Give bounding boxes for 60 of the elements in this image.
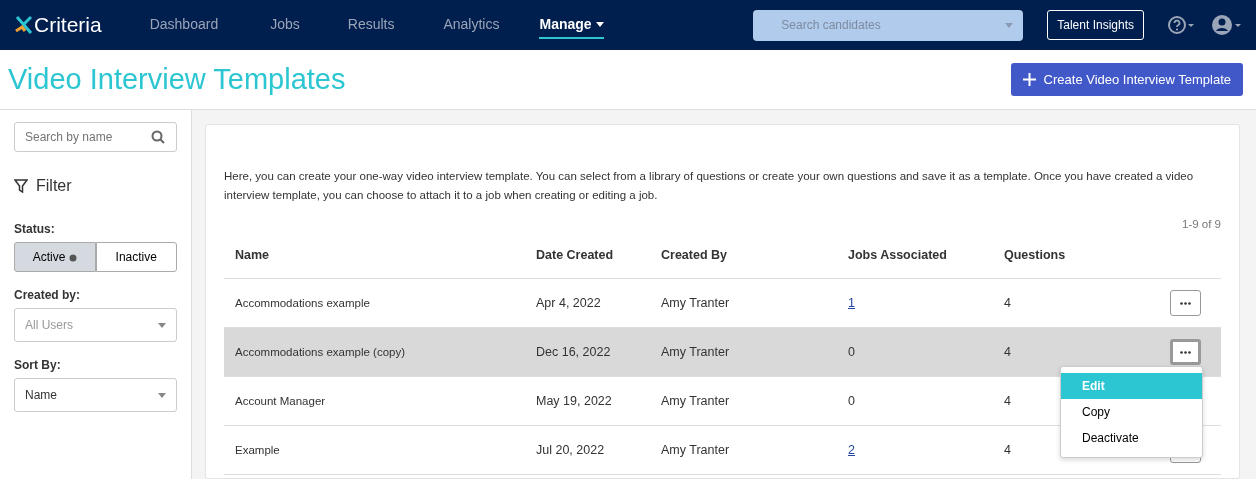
table-cell: Accommodations example (235, 296, 370, 309)
talent-insights-button[interactable]: Talent Insights (1047, 10, 1144, 40)
nav-link[interactable]: Analytics (443, 11, 500, 39)
table-cell: Amy Tranter (661, 442, 730, 457)
help-icon[interactable] (1168, 15, 1196, 35)
caret-icon[interactable] (595, 22, 604, 28)
nav-link[interactable]: Manage (539, 11, 604, 39)
table-cell: Dec 16, 2022 (536, 344, 611, 359)
table-cell: 0 (848, 393, 855, 408)
table-cell: 0 (848, 344, 855, 359)
more-button[interactable] (1170, 290, 1201, 317)
search-field[interactable]: Search candidates (753, 9, 1024, 41)
nav-link[interactable]: Results (347, 11, 395, 39)
ellipsis-icon (1180, 350, 1191, 354)
column-header: Jobs Associated (848, 248, 947, 263)
table-cell: Account Manager (235, 394, 326, 407)
column-header: Name (235, 248, 270, 263)
create-template-button[interactable]: Create Video Interview Template (1010, 62, 1243, 97)
page-title: Video Interview Templates (8, 62, 346, 97)
logo[interactable]: Criteria (34, 9, 102, 41)
column-header: Created By (661, 248, 727, 263)
table-cell: May 19, 2022 (536, 393, 612, 408)
ellipsis-icon (1180, 301, 1191, 305)
field-label: Created by: (14, 287, 82, 304)
count-link[interactable]: 1 (848, 295, 855, 310)
logo-icon (14, 14, 34, 36)
user-icon[interactable] (1212, 14, 1242, 36)
table-cell: 4 (1004, 442, 1011, 457)
intro-paragraph: Here, you can create your one-way video interview template. You can select from a library of questions or create your own questions and save it as a template. Once you have created a video interview template, you can choose to attach it to a job when creating or editing a job. (224, 169, 1195, 203)
filter-icon (14, 179, 28, 193)
table-cell: Apr 4, 2022 (536, 295, 601, 310)
table-row[interactable]: Accommodations example (copy) Dec 16, 2022 Amy Tranter 0 4 (224, 328, 1221, 378)
field-label: Sort By: (14, 357, 62, 374)
table-cell: Amy Tranter (661, 344, 730, 359)
dot-icon (68, 253, 77, 262)
plus-icon (1022, 73, 1036, 86)
table-cell: Amy Tranter (661, 393, 730, 408)
search-field[interactable]: Search by name (14, 122, 177, 152)
menu-item[interactable]: Deactivate (1061, 425, 1202, 451)
table-cell: 4 (1004, 393, 1011, 408)
sort-dropdown[interactable]: Name (14, 378, 177, 412)
column-header: Questions (1004, 248, 1066, 263)
table-cell: Example (235, 443, 280, 456)
table-cell: Jul 20, 2022 (536, 442, 605, 457)
table-cell: 4 (1004, 344, 1011, 359)
table-cell: Accommodations example (copy) (235, 345, 405, 358)
status-toggle[interactable]: Active (14, 242, 96, 272)
nav-link[interactable]: Jobs (270, 11, 300, 39)
count-link[interactable]: 2 (848, 442, 855, 457)
status-toggle[interactable]: Inactive (95, 242, 177, 272)
nav-link[interactable]: Dashboard (149, 11, 219, 39)
menu-item[interactable]: Copy (1061, 399, 1202, 425)
search-icon[interactable] (151, 130, 165, 144)
column-header: Date Created (536, 248, 614, 263)
filter-title: Filter (36, 176, 72, 196)
more-button[interactable] (1170, 339, 1201, 366)
status-label: Status: (14, 221, 56, 238)
result-count: 1-9 of 9 (1182, 218, 1221, 230)
table-cell: Amy Tranter (661, 295, 730, 310)
table-cell: 4 (1004, 295, 1011, 310)
